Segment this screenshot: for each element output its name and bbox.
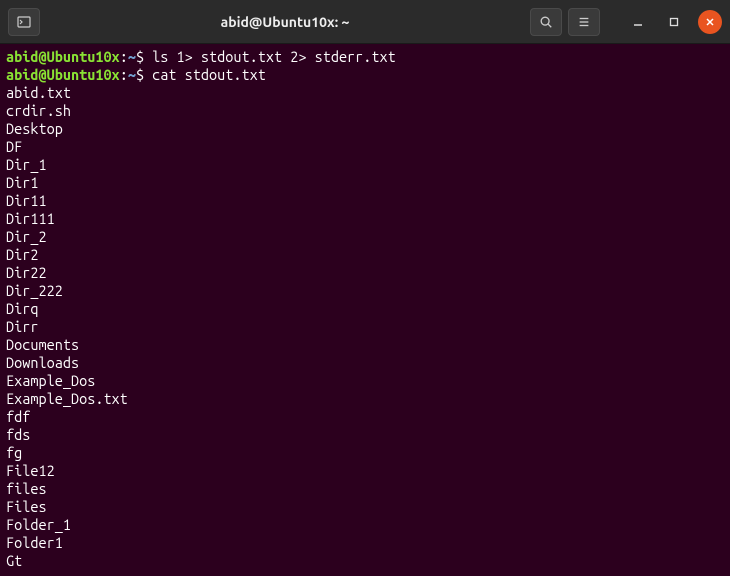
- prompt-dollar: $: [136, 66, 144, 83]
- window-title: abid@Ubuntu10x: ~: [46, 14, 524, 30]
- hamburger-icon: [577, 15, 591, 29]
- output-line: Dir1: [6, 174, 724, 192]
- output-line: files: [6, 480, 724, 498]
- search-icon: [539, 15, 553, 29]
- search-button[interactable]: [530, 8, 562, 36]
- output-line: Folder1: [6, 534, 724, 552]
- output-line: Example_Dos: [6, 372, 724, 390]
- output-line: Files: [6, 498, 724, 516]
- prompt-colon: :: [120, 48, 128, 65]
- command-1: ls 1> stdout.txt 2> stderr.txt: [144, 48, 396, 65]
- output-line: Downloads: [6, 354, 724, 372]
- output-line: crdir.sh: [6, 102, 724, 120]
- prompt-path: ~: [128, 48, 136, 65]
- prompt-user-host: abid@Ubuntu10x: [6, 66, 120, 83]
- output-line: Dir111: [6, 210, 724, 228]
- minimize-icon: [633, 17, 643, 27]
- maximize-button[interactable]: [662, 10, 686, 34]
- output-line: Documents: [6, 336, 724, 354]
- output-line: Dir_2: [6, 228, 724, 246]
- output-line: Dir22: [6, 264, 724, 282]
- close-button[interactable]: [698, 10, 722, 34]
- output-line: DF: [6, 138, 724, 156]
- command-2: cat stdout.txt: [144, 66, 266, 83]
- maximize-icon: [669, 17, 679, 27]
- output-line: Dir11: [6, 192, 724, 210]
- output-line: Gt: [6, 552, 724, 570]
- output-line: fg: [6, 444, 724, 462]
- prompt-path: ~: [128, 66, 136, 83]
- output-line: Dirq: [6, 300, 724, 318]
- output-line: Dir_222: [6, 282, 724, 300]
- output-line: Example_Dos.txt: [6, 390, 724, 408]
- output-line: Dir2: [6, 246, 724, 264]
- prompt-user-host: abid@Ubuntu10x: [6, 48, 120, 65]
- output-line: Dir_1: [6, 156, 724, 174]
- minimize-button[interactable]: [626, 10, 650, 34]
- output-line: fdf: [6, 408, 724, 426]
- close-icon: [705, 17, 715, 27]
- prompt-line-1: abid@Ubuntu10x:~$ ls 1> stdout.txt 2> st…: [6, 48, 724, 66]
- output-line: abid.txt: [6, 84, 724, 102]
- titlebar: abid@Ubuntu10x: ~: [0, 0, 730, 44]
- prompt-line-2: abid@Ubuntu10x:~$ cat stdout.txt: [6, 66, 724, 84]
- output-container: abid.txtcrdir.shDesktopDFDir_1Dir1Dir11D…: [6, 84, 724, 570]
- menu-button[interactable]: [568, 8, 600, 36]
- output-line: Dirr: [6, 318, 724, 336]
- new-tab-button[interactable]: [8, 8, 40, 36]
- terminal-tab-icon: [16, 14, 32, 30]
- output-line: Folder_1: [6, 516, 724, 534]
- prompt-dollar: $: [136, 48, 144, 65]
- output-line: File12: [6, 462, 724, 480]
- prompt-colon: :: [120, 66, 128, 83]
- output-line: fds: [6, 426, 724, 444]
- output-line: Desktop: [6, 120, 724, 138]
- terminal-area[interactable]: abid@Ubuntu10x:~$ ls 1> stdout.txt 2> st…: [0, 44, 730, 576]
